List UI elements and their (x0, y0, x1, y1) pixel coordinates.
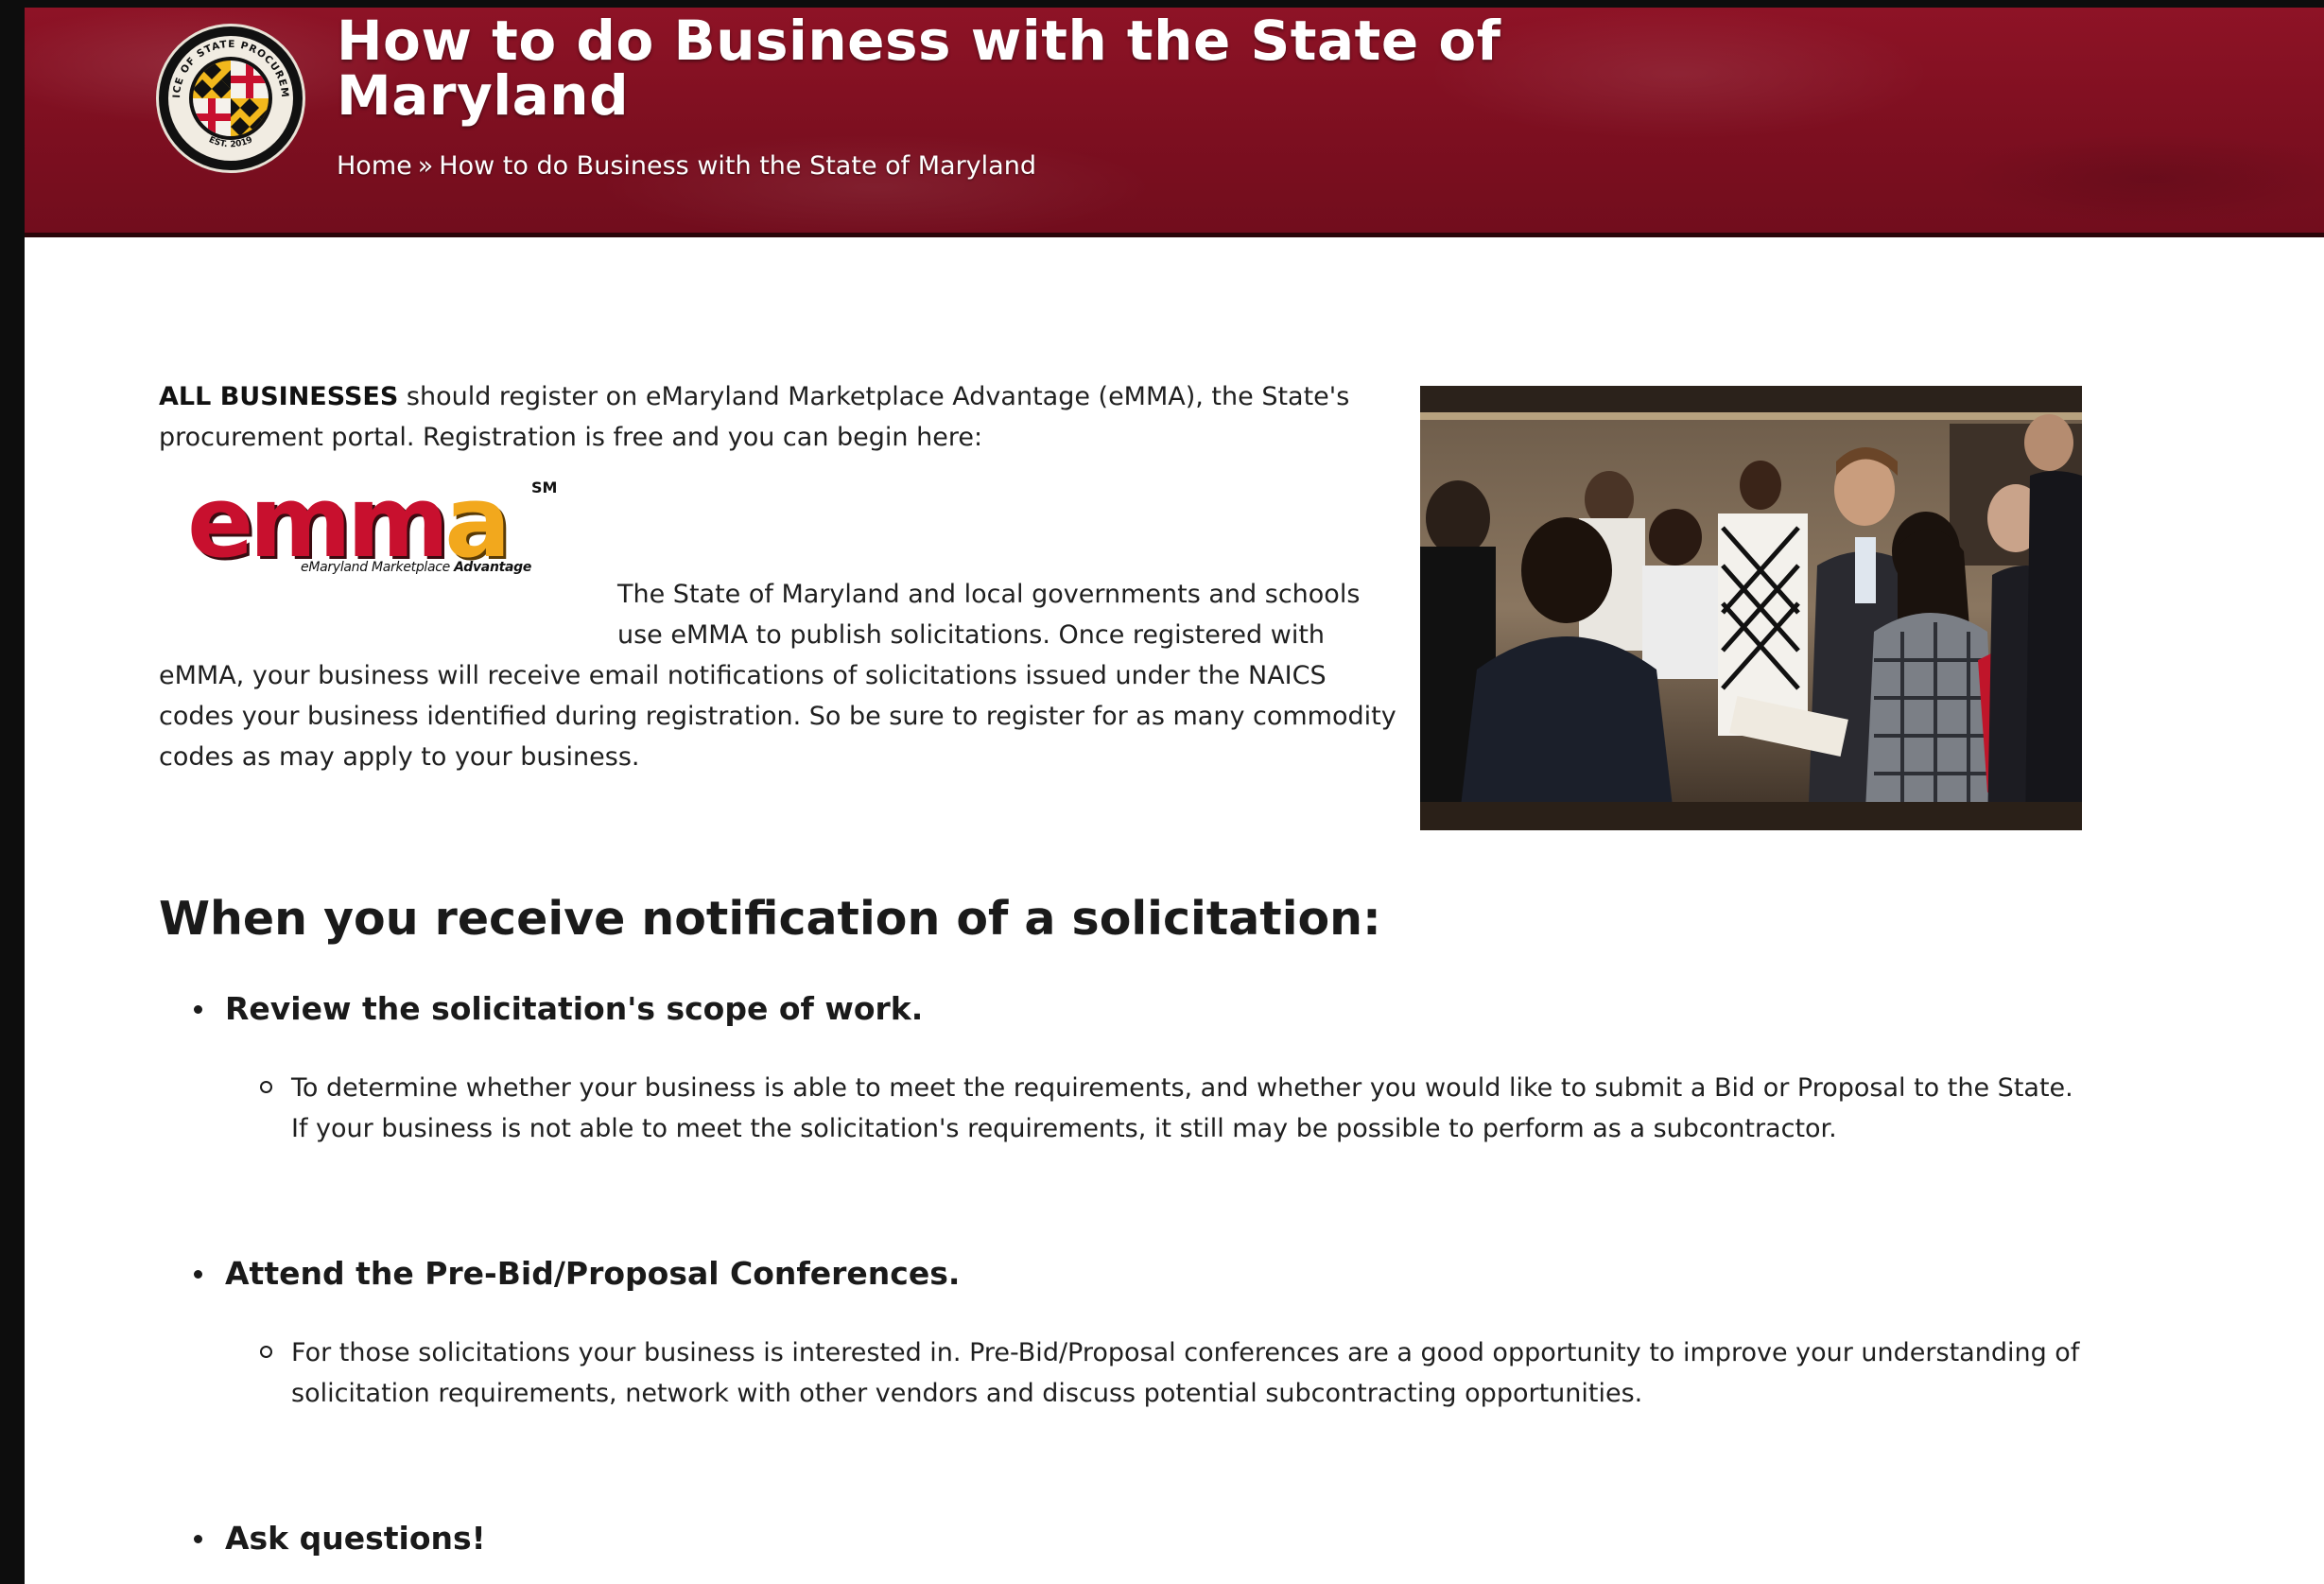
breadcrumb-separator: » (417, 151, 434, 181)
breadcrumb-home-link[interactable]: Home (337, 151, 412, 181)
step-ask-questions-title: Ask questions! (225, 1520, 486, 1557)
circle-bullet-icon (260, 1346, 272, 1358)
emma-service-mark: SM (531, 479, 558, 496)
emma-logo-link[interactable]: emma SM eMaryland Marketplace Advantage (187, 473, 565, 586)
bullet-icon (194, 1005, 202, 1014)
intro-bold-lead: ALL BUSINESSES (159, 382, 399, 411)
seal-icon: OFFICE OF STATE PROCUREMENT EST. 2019 (159, 26, 299, 166)
step-attend-conferences-title: Attend the Pre-Bid/Proposal Conferences. (225, 1255, 961, 1292)
circle-bullet-icon (260, 1081, 272, 1093)
emma-logo-wordmark: emma (187, 473, 511, 571)
solicitation-steps-heading: When you receive notification of a solic… (159, 892, 1381, 946)
header-divider (25, 233, 2324, 237)
breadcrumb-current: How to do Business with the State of Mar… (439, 151, 1036, 181)
bullet-icon (194, 1270, 202, 1279)
emma-description-paragraph: The State of Maryland and local governme… (159, 574, 1397, 777)
step-review-scope-title: Review the solicitation's scope of work. (225, 990, 924, 1027)
window-frame-left (0, 0, 25, 1584)
window-frame-top (0, 0, 2324, 8)
step-review-scope-detail: To determine whether your business is ab… (291, 1073, 2073, 1143)
office-of-state-procurement-seal[interactable]: OFFICE OF STATE PROCUREMENT EST. 2019 (159, 26, 303, 170)
vendor-networking-photo (1420, 386, 2082, 830)
networking-event-image (1420, 386, 2082, 830)
step-attend-conferences-detail: For those solicitations your business is… (291, 1338, 2080, 1408)
emma-tagline-plain: eMaryland Marketplace (301, 560, 455, 575)
bullet-icon (194, 1535, 202, 1543)
logo-spacer (159, 574, 617, 655)
intro-paragraph: ALL BUSINESSES should register on eMaryl… (159, 376, 1397, 458)
emma-tagline-emphasis: Advantage (454, 560, 532, 575)
emma-logo-tagline: eMaryland Marketplace Advantage (301, 560, 531, 575)
breadcrumb: Home» How to do Business with the State o… (337, 151, 1036, 181)
page-title: How to do Business with the State of Mar… (337, 9, 1501, 128)
